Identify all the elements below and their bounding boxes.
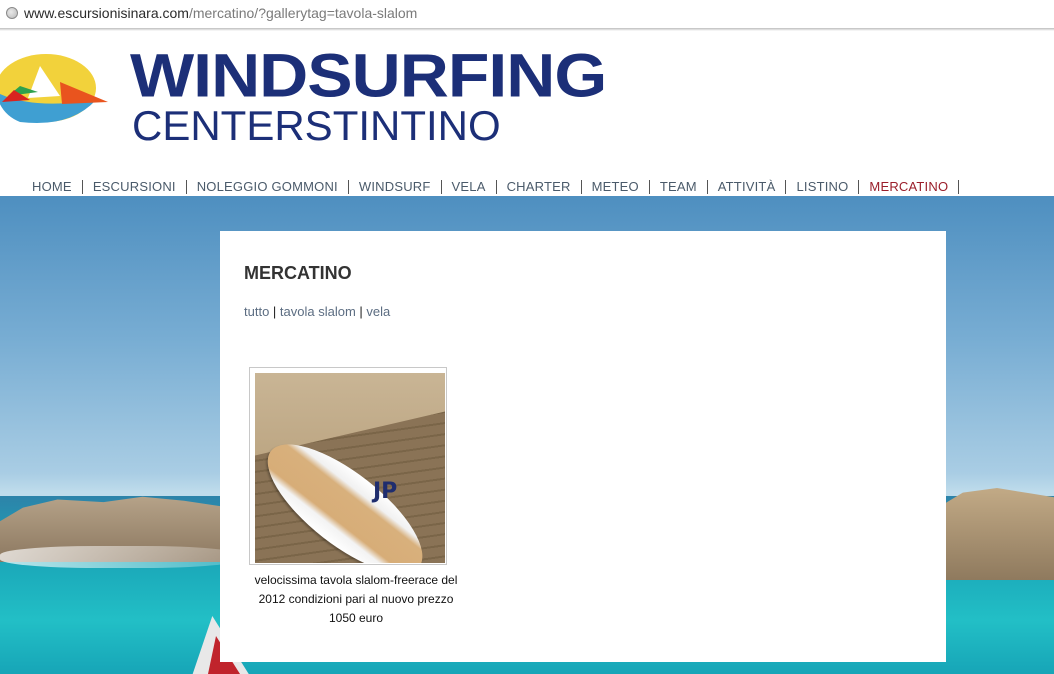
- toolbar-shadow: [0, 28, 1054, 31]
- board: [255, 422, 442, 563]
- filter-separator: |: [272, 304, 280, 319]
- url-text[interactable]: www.escursionisinara.com/mercatino/?gall…: [24, 5, 417, 21]
- page-title: MERCATINO: [244, 263, 352, 283]
- nav-item-charter[interactable]: CHARTER: [497, 180, 582, 194]
- rocks-right: [940, 488, 1054, 580]
- nav-item-mercatino[interactable]: MERCATINO: [859, 180, 960, 194]
- filter-vela[interactable]: vela: [366, 304, 390, 319]
- gallery-caption: velocissima tavola slalom-freerace del 2…: [254, 573, 458, 625]
- gallery-thumbnail[interactable]: JP: [249, 367, 447, 565]
- board-logo: JP: [373, 479, 398, 504]
- filter-tutto[interactable]: tutto: [244, 304, 269, 319]
- nav-item-team[interactable]: TEAM: [650, 180, 708, 194]
- nav-item-attivita[interactable]: ATTIVITÀ: [708, 180, 787, 194]
- nav-item-home[interactable]: HOME: [22, 180, 83, 194]
- nav-item-vela[interactable]: VELA: [442, 180, 497, 194]
- url-path: /mercatino/?gallerytag=tavola-slalom: [188, 5, 418, 21]
- sail-logo-icon[interactable]: [0, 52, 108, 124]
- nav-item-meteo[interactable]: METEO: [582, 180, 650, 194]
- brand-center-stintino[interactable]: CENTERSTINTINO: [132, 104, 501, 148]
- nav-item-listino[interactable]: LISTINO: [786, 180, 860, 194]
- nav-item-escursioni[interactable]: ESCURSIONI: [83, 180, 187, 194]
- wave-foam: [0, 546, 240, 568]
- windsurf-board-image: JP: [255, 373, 445, 563]
- address-bar[interactable]: www.escursionisinara.com/mercatino/?gall…: [0, 0, 1054, 29]
- main-nav: HOME ESCURSIONI NOLEGGIO GOMMONI WINDSUR…: [0, 178, 1054, 196]
- nav-item-noleggio-gommoni[interactable]: NOLEGGIO GOMMONI: [187, 180, 349, 194]
- url-domain: www.escursionisinara.com: [24, 5, 189, 21]
- nav-item-windsurf[interactable]: WINDSURF: [349, 180, 442, 194]
- globe-icon: [6, 7, 18, 19]
- filter-tavola-slalom[interactable]: tavola slalom: [280, 304, 356, 319]
- gallery-filters: tutto | tavola slalom | vela: [244, 304, 390, 319]
- content-panel: MERCATINO tutto | tavola slalom | vela J…: [220, 231, 946, 662]
